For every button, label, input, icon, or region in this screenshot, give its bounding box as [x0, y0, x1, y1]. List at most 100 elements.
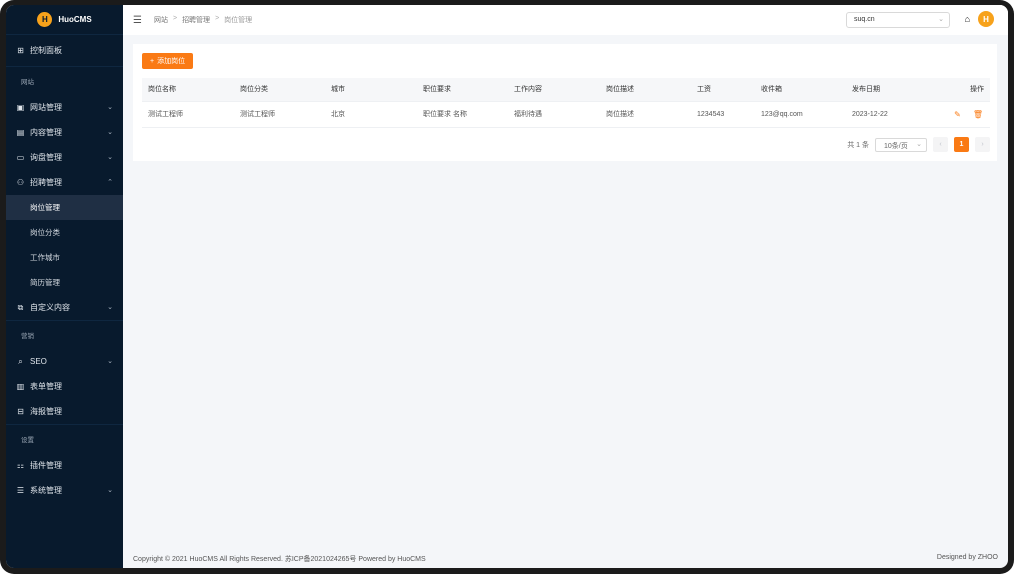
user-icon: ⚇ [16, 178, 25, 187]
sidebar-item-label: 表单管理 [30, 382, 62, 391]
dashboard-icon: ⊞ [17, 46, 24, 55]
page-size-select[interactable]: 10条/页 ⌄ [875, 137, 927, 152]
breadcrumb-current: 岗位管理 [224, 17, 253, 24]
table-row: 测试工程师 测试工程师 北京 职位要求 名称 福利待遇 岗位描述 1234543… [142, 102, 990, 128]
chevron-down-icon: ⌄ [107, 358, 113, 365]
sidebar-item-label: 内容管理 [30, 128, 62, 137]
cell-publish-date: 2023-12-22 [852, 111, 888, 118]
row-actions: ✎ 🗑 [954, 110, 983, 119]
add-job-button[interactable]: + 添加岗位 [142, 53, 194, 69]
breadcrumb-separator: > [172, 15, 178, 22]
breadcrumb-item[interactable]: 招聘管理 [182, 15, 210, 25]
cell-inbox: 123@qq.com [761, 111, 803, 118]
column-header-publish-date: 发布日期 [852, 86, 880, 93]
prev-page-button[interactable]: ‹ [933, 137, 948, 152]
table-header: 岗位名称 岗位分类 城市 职位要求 工作内容 岗位描述 工资 收件箱 发布日期 … [142, 78, 990, 102]
delete-icon[interactable]: 🗑 [973, 110, 983, 119]
cell-city: 北京 [331, 111, 345, 118]
window-icon: ▣ [16, 103, 25, 112]
site-select[interactable]: suq.cn ⌄ [846, 12, 950, 28]
home-icon[interactable]: ⌂ [965, 14, 970, 24]
search-icon: ⌕ [18, 356, 23, 366]
chevron-down-icon: ⌄ [938, 16, 944, 23]
huocms-logo-icon[interactable]: H [978, 11, 994, 27]
page-size-value: 10条/页 [884, 142, 908, 150]
chevron-down-icon: ⌄ [107, 487, 113, 494]
next-page-button[interactable]: › [975, 137, 990, 152]
chevron-down-icon: ⌄ [107, 104, 113, 111]
chevron-down-icon: ⌄ [916, 140, 922, 148]
sidebar-item-label: SEO [30, 357, 47, 366]
chevron-down-icon: ⌄ [107, 129, 113, 136]
chevron-down-icon: ⌄ [107, 154, 113, 161]
sidebar-item-poster-management[interactable]: ⊟ 海报管理 [6, 399, 123, 424]
brand-name: HuoCMS [58, 15, 92, 24]
breadcrumb: 网站 > 招聘管理 > 岗位管理 [154, 15, 252, 25]
sidebar-section-settings: 设置 [6, 424, 123, 453]
sidebar-item-dashboard[interactable]: ⊞ 控制面板 [6, 35, 123, 66]
sidebar-item-label: 控制面板 [30, 46, 62, 55]
breadcrumb-separator: > [215, 15, 220, 22]
sidebar-item-label: 系统管理 [30, 486, 62, 495]
sidebar-item-content-management[interactable]: ▤ 内容管理 ⌄ [6, 120, 123, 145]
sidebar-item-seo[interactable]: ⌕ SEO ⌄ [6, 349, 123, 374]
column-header-inbox: 收件箱 [761, 86, 782, 93]
app-window: H HuoCMS ⊞ 控制面板 网站 ▣ 网站管理 ⌄ ▤ 内容管理 ⌄ ▭ 询… [6, 5, 1008, 568]
sidebar-subitem-job-category[interactable]: 岗位分类 [6, 220, 123, 245]
device-frame: H HuoCMS ⊞ 控制面板 网站 ▣ 网站管理 ⌄ ▤ 内容管理 ⌄ ▭ 询… [0, 0, 1014, 574]
column-header-requirements: 职位要求 [423, 86, 451, 93]
sidebar-section-marketing: 营销 [6, 320, 123, 349]
site-select-value: suq.cn [854, 16, 875, 23]
sidebar-item-label: 自定义内容 [30, 303, 70, 312]
layout-icon: ⊟ [17, 407, 24, 416]
edit-icon[interactable]: ✎ [954, 110, 961, 119]
sidebar-item-system-management[interactable]: ☰ 系统管理 ⌄ [6, 478, 123, 503]
sidebar-item-label: 插件管理 [30, 461, 62, 470]
sidebar-item-label: 网站管理 [30, 103, 62, 112]
designed-by-text: Designed by ZHOO [936, 554, 998, 561]
sidebar-item-inquiry-management[interactable]: ▭ 询盘管理 ⌄ [6, 145, 123, 170]
brand[interactable]: H HuoCMS [6, 5, 123, 35]
column-header-salary: 工资 [697, 86, 711, 93]
copyright-text: Copyright © 2021 HuoCMS All Rights Reser… [133, 556, 426, 563]
custom-content-icon: ⧉ [17, 302, 24, 312]
menu-toggle-icon[interactable]: ☰ [133, 15, 142, 26]
cell-job-category: 测试工程师 [240, 111, 275, 118]
message-icon: ▭ [16, 153, 25, 162]
cell-job-name: 测试工程师 [148, 111, 183, 118]
add-job-button-label: 添加岗位 [157, 58, 186, 65]
top-bar: ☰ 网站 > 招聘管理 > 岗位管理 suq.cn ⌄ ⌂ H [123, 5, 1008, 35]
sidebar-item-label: 海报管理 [30, 407, 62, 416]
job-list-panel: + 添加岗位 岗位名称 岗位分类 城市 职位要求 工作内容 岗位描述 工资 收件… [133, 44, 997, 161]
plugin-icon: ⚏ [16, 461, 25, 470]
cell-description: 岗位描述 [606, 111, 634, 118]
sidebar-subitem-resume-management[interactable]: 简历管理 [6, 270, 123, 295]
table-icon: ▥ [16, 382, 25, 391]
sidebar-item-label: 询盘管理 [30, 153, 62, 162]
column-header-actions: 操作 [970, 86, 984, 93]
content-icon: ▤ [16, 128, 25, 137]
sidebar-item-site-management[interactable]: ▣ 网站管理 ⌄ [6, 95, 123, 120]
column-header-job-name: 岗位名称 [148, 86, 176, 93]
job-table: 岗位名称 岗位分类 城市 职位要求 工作内容 岗位描述 工资 收件箱 发布日期 … [142, 78, 990, 128]
sidebar-item-label: 招聘管理 [30, 178, 62, 187]
sidebar: H HuoCMS ⊞ 控制面板 网站 ▣ 网站管理 ⌄ ▤ 内容管理 ⌄ ▭ 询… [6, 5, 123, 568]
sidebar-item-custom-content[interactable]: ⧉ 自定义内容 ⌄ [6, 295, 123, 320]
footer: Copyright © 2021 HuoCMS All Rights Reser… [133, 554, 998, 564]
pagination: 共 1 条 10条/页 ⌄ ‹ 1 › [847, 137, 990, 152]
column-header-job-category: 岗位分类 [240, 86, 268, 93]
sidebar-item-plugin-management[interactable]: ⚏ 插件管理 [6, 453, 123, 478]
column-header-work-content: 工作内容 [514, 86, 542, 93]
sidebar-item-form-management[interactable]: ▥ 表单管理 [6, 374, 123, 399]
breadcrumb-item[interactable]: 网站 [154, 15, 168, 25]
sidebar-subitem-job-management[interactable]: 岗位管理 [6, 195, 123, 220]
cell-work-content: 福利待遇 [514, 111, 542, 118]
page-number-current[interactable]: 1 [954, 137, 969, 152]
sidebar-subitem-work-city[interactable]: 工作城市 [6, 245, 123, 270]
cell-requirements: 职位要求 名称 [423, 111, 467, 118]
column-header-description: 岗位描述 [606, 86, 634, 93]
sidebar-item-recruitment-management[interactable]: ⚇ 招聘管理 ⌃ [6, 170, 123, 195]
chevron-up-icon: ⌃ [107, 179, 113, 186]
sidebar-section-site: 网站 [6, 66, 123, 95]
column-header-city: 城市 [331, 86, 345, 93]
